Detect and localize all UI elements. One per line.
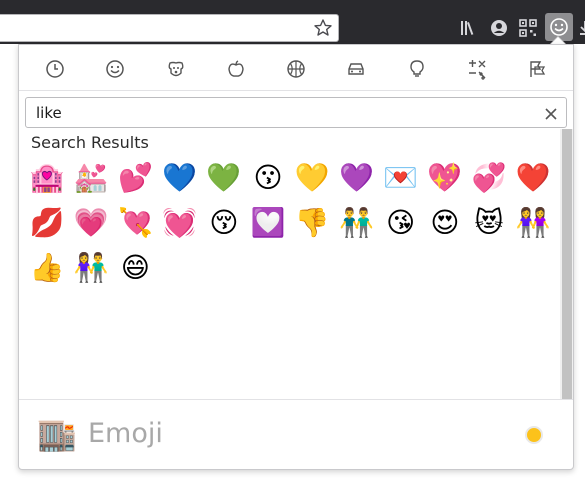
emoji-result[interactable]: 💚 (204, 158, 244, 198)
category-flags[interactable] (525, 57, 549, 81)
emoji-result[interactable]: 👫 (71, 248, 111, 288)
lightbulb-icon (410, 60, 424, 77)
download-icon[interactable] (577, 18, 585, 38)
symbols-icon (469, 60, 486, 80)
emoji-result[interactable]: ❤️ (513, 158, 553, 198)
category-symbols[interactable] (465, 57, 489, 81)
emoji-panel: Search Results 🏩💒💕💙💚😗💛💜💌💖💞❤️ 💋💗💘💓😚💟👎👬😘😍😻👭… (18, 44, 574, 470)
smiley-icon (106, 60, 124, 78)
emoji-icon (550, 18, 568, 36)
car-icon (348, 63, 364, 75)
qr-code-icon[interactable] (518, 18, 538, 38)
emoji-result[interactable]: 👬 (336, 203, 376, 243)
emoji-result[interactable]: 💘 (115, 203, 155, 243)
search-input[interactable] (36, 102, 526, 124)
emoji-result[interactable]: 😄 (115, 248, 155, 288)
emoji-result[interactable]: 👎 (292, 203, 332, 243)
category-objects[interactable] (405, 57, 429, 81)
emoji-result[interactable]: 😻 (469, 203, 509, 243)
emoji-result[interactable]: 💛 (292, 158, 332, 198)
preview-footer: 🏬 Emoji (19, 399, 573, 470)
browser-toolbar (0, 0, 585, 44)
emoji-result[interactable]: 🏩 (27, 158, 67, 198)
apple-icon (228, 60, 244, 77)
flag-icon (530, 61, 546, 77)
star-icon[interactable] (313, 18, 333, 38)
emoji-result[interactable]: 💒 (71, 158, 111, 198)
emoji-result[interactable]: 💜 (336, 158, 376, 198)
category-travel[interactable] (344, 57, 368, 81)
emoji-result[interactable]: 💙 (160, 158, 200, 198)
emoji-result[interactable]: 😚 (204, 203, 244, 243)
category-recent[interactable] (43, 57, 67, 81)
category-food[interactable] (224, 57, 248, 81)
category-animals[interactable] (164, 57, 188, 81)
clock-icon (46, 60, 64, 78)
ball-icon (287, 60, 305, 78)
search-box[interactable] (25, 97, 567, 128)
skin-tone-button[interactable] (525, 426, 543, 444)
scrollbar-thumb[interactable] (562, 129, 572, 399)
emoji-result[interactable]: 💋 (27, 203, 67, 243)
preview-emoji: 🏬 (37, 415, 77, 453)
emoji-result[interactable]: 💟 (248, 203, 288, 243)
category-activities[interactable] (284, 57, 308, 81)
results-title: Search Results (31, 133, 149, 152)
emoji-result[interactable]: 😍 (425, 203, 465, 243)
account-icon[interactable] (489, 18, 509, 38)
emoji-result[interactable]: 😘 (381, 203, 421, 243)
url-bar[interactable] (0, 14, 339, 42)
emoji-result[interactable]: 💓 (160, 203, 200, 243)
emoji-result[interactable]: 😗 (248, 158, 288, 198)
emoji-result[interactable]: 👭 (513, 203, 553, 243)
emoji-result[interactable]: 💖 (425, 158, 465, 198)
library-icon[interactable] (458, 18, 478, 38)
close-icon[interactable] (543, 106, 559, 122)
emoji-result[interactable]: 💌 (381, 158, 421, 198)
emoji-result[interactable]: 💗 (71, 203, 111, 243)
emoji-result[interactable]: 👍 (27, 248, 67, 288)
category-bar (19, 45, 573, 91)
category-smileys[interactable] (103, 57, 127, 81)
emoji-result[interactable]: 💕 (115, 158, 155, 198)
dog-icon (168, 61, 184, 77)
preview-label: Emoji (88, 418, 163, 449)
emoji-result[interactable]: 💞 (469, 158, 509, 198)
